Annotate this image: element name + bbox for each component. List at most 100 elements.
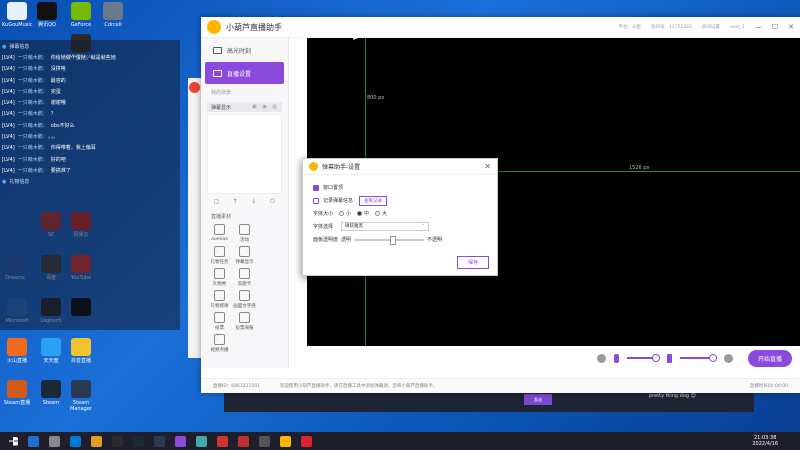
chat-user: 一只萌木鹅：: [17, 167, 48, 174]
gourd-logo-icon: [309, 162, 318, 171]
taskbar-app-icon[interactable]: [238, 435, 249, 447]
maximize-icon[interactable]: ☐: [772, 23, 778, 31]
size-medium-radio[interactable]: [357, 211, 363, 216]
material-item[interactable]: 投票: [207, 312, 232, 331]
material-item[interactable]: 礼物任务: [207, 246, 232, 265]
chat-msg: 好的吧: [50, 156, 66, 163]
desktop-icon[interactable]: Steam直播: [2, 380, 32, 406]
material-item[interactable]: 画面文字感: [232, 290, 257, 309]
windows-start-icon[interactable]: [9, 436, 18, 446]
taskbar-app-icon[interactable]: [70, 435, 81, 447]
record-checkbox[interactable]: [313, 197, 319, 204]
window-top-row[interactable]: 窗口置顶: [303, 181, 497, 194]
nav-label: 直播设置: [227, 70, 252, 78]
move-up-icon[interactable]: ↑: [232, 198, 237, 205]
desktop-icon[interactable]: 火山直播: [2, 338, 32, 364]
material-item[interactable]: 投票海报: [232, 312, 257, 331]
taskbar-app-icon[interactable]: [301, 435, 312, 447]
desktop-icon[interactable]: Cdrcell: [98, 2, 128, 28]
side-toolbar: [188, 78, 201, 358]
desktop-icon[interactable]: 抖音直播: [66, 338, 96, 364]
desktop-icon-label: Steam: [42, 400, 60, 406]
desktop-icon-label: Steam直播: [3, 400, 31, 406]
chat-user: 一只萌木鹅：: [17, 122, 48, 129]
system-clock[interactable]: 21:03:38 2022/4/16: [752, 435, 800, 447]
send-button[interactable]: 发送: [524, 394, 552, 405]
chat-message: [LV4] 一只萌木鹅： obs不好么: [2, 121, 178, 132]
taskbar-app-icon[interactable]: [28, 435, 39, 447]
nav-live-settings[interactable]: 直播设置: [205, 62, 284, 84]
chat-user: 一只萌木鹅：: [17, 156, 48, 163]
chat-msg: 你得带着，我上偏耳: [50, 145, 96, 152]
close-icon[interactable]: ✕: [484, 162, 491, 171]
material-item[interactable]: 礼物感谢: [207, 290, 232, 309]
save-button[interactable]: 保存: [456, 256, 489, 269]
taskbar-app-icon[interactable]: [217, 435, 228, 447]
taskbar-app-icon[interactable]: [154, 435, 165, 447]
chat-message: [LV4] 一只萌木鹅： 你给她做个蛋挞，就是就些她: [2, 53, 178, 64]
speaker-volume-slider[interactable]: [680, 354, 717, 362]
size-large-radio[interactable]: [375, 211, 381, 216]
taskbar-app-icon[interactable]: [133, 435, 144, 447]
material-item[interactable]: [257, 224, 282, 243]
close-icon[interactable]: ✕: [788, 23, 794, 31]
app-icon: [71, 380, 91, 398]
material-item[interactable]: [257, 246, 282, 265]
desktop-icon[interactable]: GeForce: [66, 2, 96, 28]
scene-tools[interactable]: ▣ ◉ ▥: [252, 104, 282, 110]
chat-message: [LV4] 一只萌木鹅：？: [2, 109, 178, 120]
desktop-icon[interactable]: Steam Manager: [66, 380, 96, 412]
material-item[interactable]: aumiaa: [207, 224, 232, 243]
font-select[interactable]: 微软雅黑: [341, 221, 430, 231]
move-down-icon[interactable]: ↓: [251, 198, 256, 205]
view-record-button[interactable]: 查看记录: [359, 195, 388, 206]
material-label: 弹幕显示: [235, 260, 254, 265]
material-label: 投票: [215, 326, 224, 331]
material-item[interactable]: 活动: [232, 224, 257, 243]
chat-user: 一只萌木鹅：: [17, 77, 48, 84]
record-icon[interactable]: [189, 82, 200, 93]
size-small-radio[interactable]: [339, 211, 345, 216]
gear-icon[interactable]: [724, 353, 733, 363]
opacity-slider[interactable]: [354, 235, 425, 245]
add-scene-icon[interactable]: ◻: [214, 198, 219, 205]
width-label-800: 800 px: [367, 95, 385, 101]
taskbar-app-icon[interactable]: [49, 435, 60, 447]
mic-volume-slider[interactable]: [627, 354, 660, 362]
material-item[interactable]: 视频点播: [207, 334, 232, 353]
taskbar-app-icon[interactable]: [175, 435, 186, 447]
material-item[interactable]: [257, 290, 282, 309]
room-settings-button[interactable]: 房间设置: [702, 24, 720, 30]
user-name[interactable]: user_1: [730, 25, 745, 30]
dialog-title-bar: 弹幕助手-设置 ✕: [303, 159, 497, 175]
material-item[interactable]: 答题卡: [232, 268, 257, 287]
taskbar-app-icon[interactable]: [259, 435, 270, 447]
start-live-button[interactable]: 开始直播: [747, 349, 792, 367]
scene-item[interactable]: 弹幕显示 ▣ ◉ ▥: [207, 102, 282, 112]
desktop-icon[interactable]: 腾讯QQ: [32, 2, 62, 28]
taskbar-app-icon[interactable]: [280, 435, 291, 447]
material-item[interactable]: [257, 268, 282, 287]
desktop-icon[interactable]: 天天盘: [36, 338, 66, 364]
microphone-icon[interactable]: [614, 353, 619, 363]
opacity-row: 面板透明度 透明 不透明: [303, 233, 497, 246]
desktop-icon[interactable]: Steam: [36, 380, 66, 406]
material-item[interactable]: 礼物秀: [207, 268, 232, 287]
taskbar-app-icon[interactable]: [196, 435, 207, 447]
window-top-checkbox[interactable]: [313, 184, 319, 191]
desktop-icon[interactable]: KuGouMusic: [2, 2, 33, 28]
width-label-1526: 1526 px: [629, 165, 650, 171]
film-icon: [213, 46, 222, 54]
material-item[interactable]: 弹幕显示: [232, 246, 257, 265]
taskbar-app-icon[interactable]: [112, 435, 123, 447]
chat-icon[interactable]: [597, 353, 606, 363]
material-label: aumiaa: [211, 237, 228, 242]
minimize-icon[interactable]: —: [755, 23, 762, 31]
shield-icon[interactable]: ⬠: [270, 198, 275, 205]
material-label: 视频点播: [210, 348, 229, 353]
desktop-icon-label: 火山直播: [6, 358, 27, 364]
speaker-icon[interactable]: [667, 353, 672, 363]
nav-highlight-moments[interactable]: 高光时刻: [205, 39, 284, 61]
taskbar-app-icon[interactable]: [91, 435, 102, 447]
material-item[interactable]: [257, 312, 282, 331]
